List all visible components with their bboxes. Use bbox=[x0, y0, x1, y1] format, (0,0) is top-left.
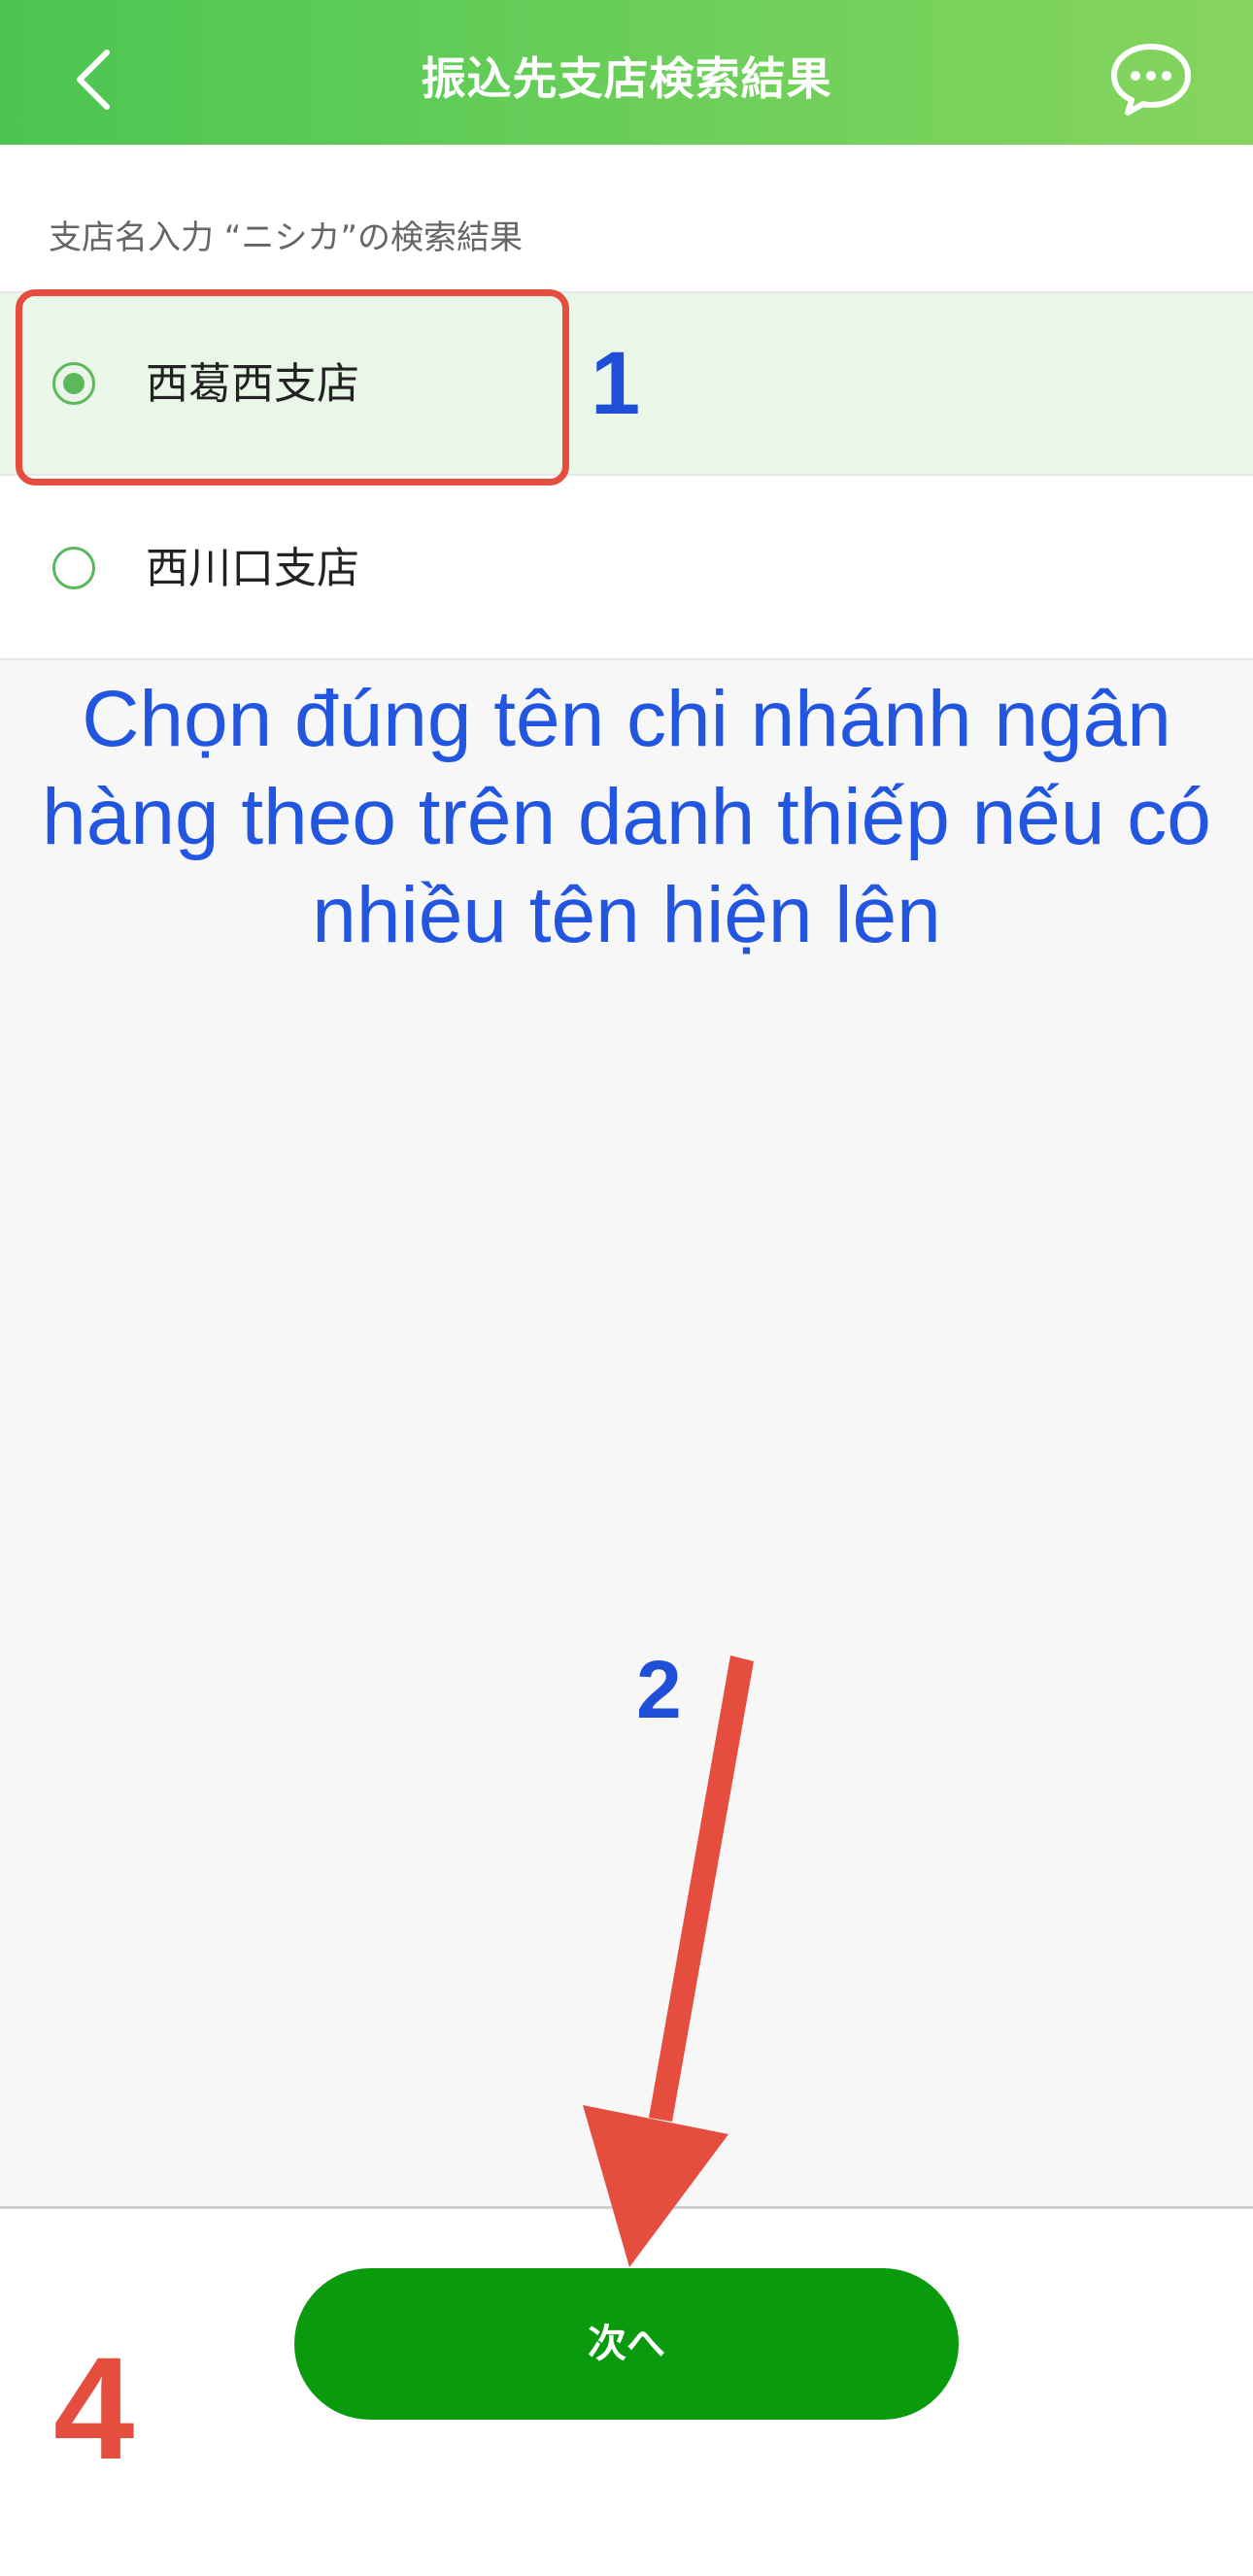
next-button[interactable]: 次へ bbox=[294, 2268, 959, 2420]
back-button[interactable] bbox=[58, 39, 136, 117]
annotation-step-4: 4 bbox=[53, 2326, 135, 2490]
annotation-instruction: Chọn đúng tên chi nhánh ngân hàng theo t… bbox=[42, 675, 1211, 959]
app-header: 振込先支店検索結果 bbox=[0, 0, 1253, 145]
page-title: 振込先支店検索結果 bbox=[421, 52, 832, 105]
annotation-step-1: 1 bbox=[591, 334, 641, 433]
radio-unselected-icon[interactable] bbox=[52, 547, 95, 589]
chat-button[interactable] bbox=[1107, 41, 1195, 118]
chevron-left-icon bbox=[77, 50, 110, 110]
branch-label: 西川口支店 bbox=[146, 544, 359, 593]
chat-bubble-icon bbox=[1111, 44, 1191, 116]
branch-option-nishikawaguchi[interactable]: 西川口支店 bbox=[0, 476, 1253, 660]
annotation-step-2: 2 bbox=[636, 1644, 682, 1735]
search-result-caption: 支店名入力 “ニシカ”の検索結果 bbox=[49, 218, 524, 257]
annotation-highlight-box bbox=[16, 289, 569, 485]
